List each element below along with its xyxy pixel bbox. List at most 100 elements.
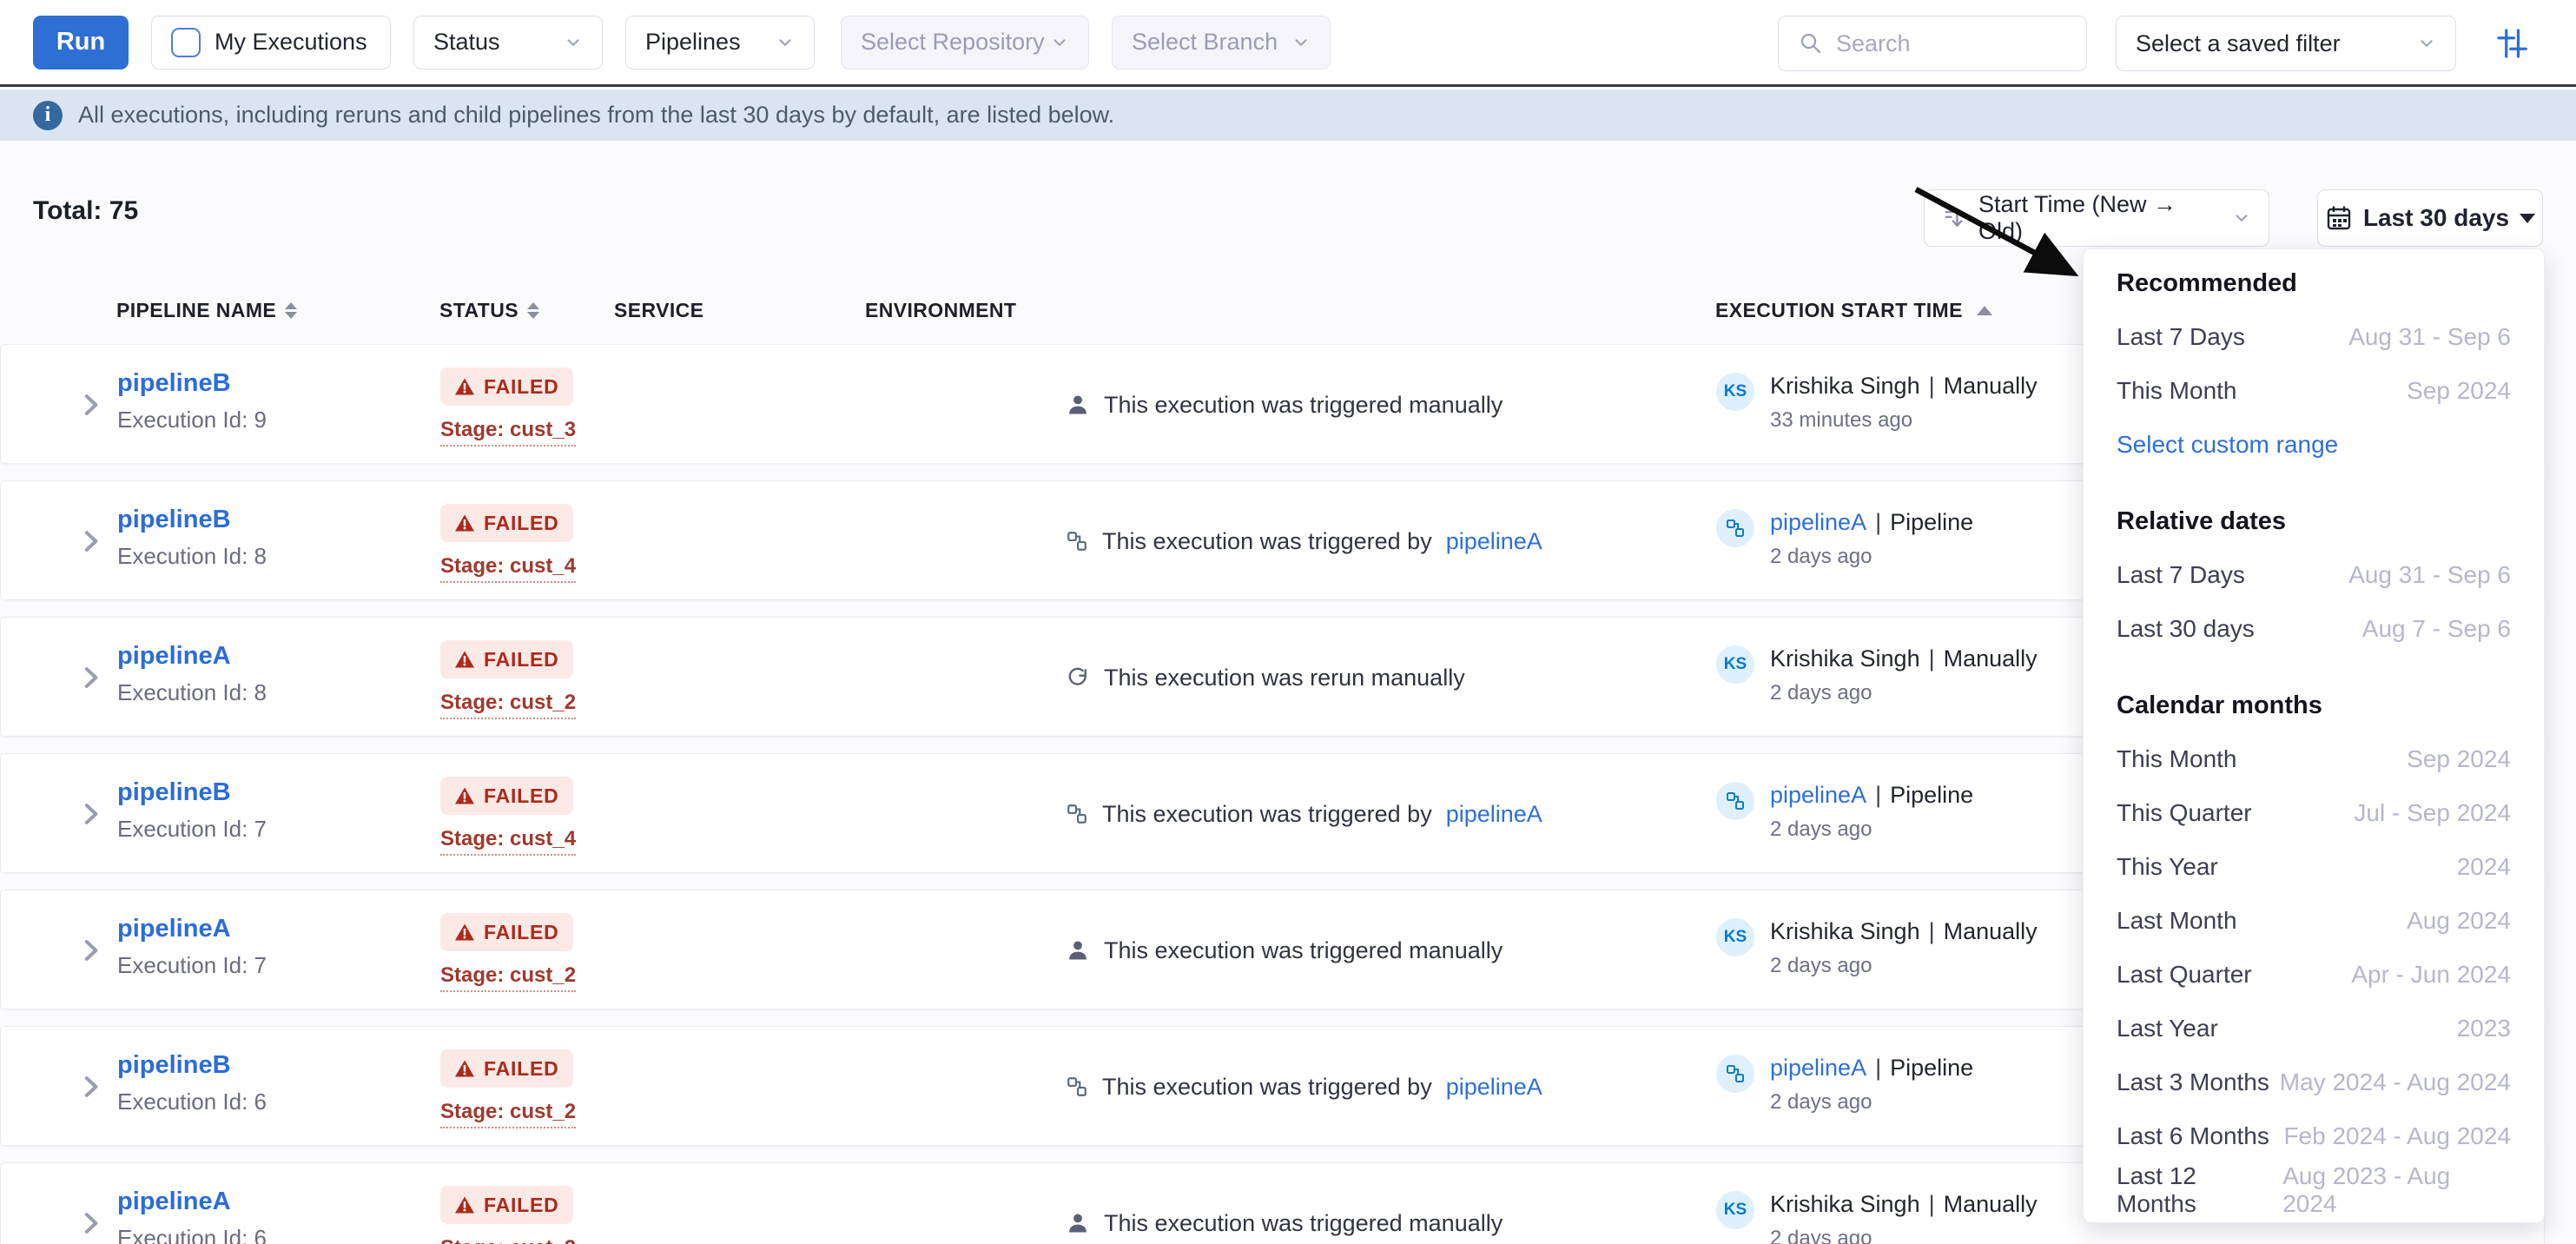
- date-menu-item-value: Aug 2024: [2407, 907, 2511, 935]
- date-menu-item[interactable]: Last Quarter Apr - Jun 2024: [2084, 948, 2544, 1002]
- info-banner: i All executions, including reruns and c…: [0, 89, 2576, 141]
- search-input[interactable]: [1836, 30, 2044, 57]
- stage-link[interactable]: Stage: cust_2: [440, 1100, 576, 1128]
- status-cell: FAILED Stage: cust_4: [440, 504, 576, 583]
- chevron-down-icon: [776, 33, 795, 52]
- expand-chevron-right-icon[interactable]: [76, 797, 105, 830]
- date-menu-item[interactable]: Last 7 Days Aug 31 - Sep 6: [2084, 310, 2544, 364]
- sort-dropdown[interactable]: Start Time (New → Old): [1924, 189, 2269, 247]
- date-menu-item[interactable]: Last 30 days Aug 7 - Sep 6: [2084, 602, 2544, 656]
- pipeline-name-link[interactable]: pipelineB: [117, 369, 231, 397]
- stage-link[interactable]: Stage: cust_2: [440, 963, 576, 992]
- chevron-down-icon: [1291, 33, 1311, 52]
- date-menu-item[interactable]: Last 12 Months Aug 2023 - Aug 2024: [2084, 1163, 2544, 1217]
- pipeline-name-link[interactable]: pipelineA: [117, 1188, 231, 1215]
- expand-chevron-right-icon[interactable]: [76, 934, 105, 967]
- my-executions-toggle[interactable]: My Executions: [151, 16, 391, 69]
- date-menu-item-label: Last 7 Days: [2117, 561, 2245, 589]
- stage-link[interactable]: Stage: cust_4: [440, 827, 576, 856]
- pipeline-name-cell: pipelineB Execution Id: 8: [117, 506, 267, 570]
- stage-link[interactable]: Stage: cust_2: [440, 1236, 576, 1244]
- column-header-environment: ENVIRONMENT: [865, 299, 1016, 322]
- date-menu-item-value: May 2024 - Aug 2024: [2280, 1069, 2511, 1096]
- column-header-label: STATUS: [439, 299, 519, 322]
- run-button[interactable]: Run: [33, 16, 129, 69]
- warning-triangle-icon: [454, 377, 475, 396]
- date-menu-item[interactable]: Last Year 2023: [2084, 1002, 2544, 1055]
- date-menu-item-label: Last 7 Days: [2117, 323, 2245, 351]
- avatar: KS: [1716, 645, 1754, 684]
- pipeline-name-link[interactable]: pipelineB: [117, 506, 231, 533]
- stage-link[interactable]: Stage: cust_2: [440, 691, 576, 719]
- column-header-label: ENVIRONMENT: [865, 299, 1016, 322]
- date-menu-item[interactable]: Last 6 Months Feb 2024 - Aug 2024: [2084, 1109, 2544, 1163]
- select-branch-dropdown[interactable]: Select Branch: [1112, 16, 1331, 69]
- my-executions-checkbox[interactable]: [171, 28, 201, 57]
- status-badge-label: FAILED: [484, 1194, 559, 1217]
- expand-chevron-right-icon[interactable]: [76, 388, 105, 421]
- select-repository-dropdown[interactable]: Select Repository: [841, 16, 1089, 69]
- date-menu-item[interactable]: This Quarter Jul - Sep 2024: [2084, 786, 2544, 840]
- calendar-icon: [2325, 204, 2353, 232]
- saved-filter-dropdown[interactable]: Select a saved filter: [2116, 16, 2456, 71]
- date-menu-item[interactable]: This Year 2024: [2084, 840, 2544, 894]
- trigger-pipeline-link[interactable]: pipelineA: [1446, 1074, 1542, 1101]
- info-icon: i: [33, 101, 63, 130]
- trigger-pipeline-link[interactable]: pipelineA: [1446, 801, 1542, 828]
- pipeline-name-link[interactable]: pipelineB: [117, 778, 231, 806]
- date-menu-item-label: Last 3 Months: [2117, 1069, 2269, 1096]
- starter-via: Pipeline: [1890, 509, 1973, 535]
- column-header-label: SERVICE: [614, 299, 703, 322]
- start-time-ago: 2 days ago: [1770, 954, 2038, 978]
- status-badge-label: FAILED: [484, 1057, 559, 1081]
- date-menu-item[interactable]: This Month Sep 2024: [2084, 732, 2544, 786]
- execution-start-cell: KS Krishika Singh|Manually 33 minutes ag…: [1716, 373, 2038, 433]
- date-menu-item-value: Sep 2024: [2407, 745, 2511, 773]
- date-menu-item-label: This Month: [2117, 745, 2237, 773]
- starter-via: Manually: [1944, 373, 2038, 399]
- date-menu-item[interactable]: This Month Sep 2024: [2084, 364, 2544, 418]
- expand-chevron-right-icon[interactable]: [76, 1207, 105, 1240]
- stage-link[interactable]: Stage: cust_3: [440, 418, 576, 447]
- date-range-button[interactable]: Last 30 days: [2317, 189, 2543, 247]
- starter-via: Manually: [1944, 918, 2038, 944]
- pipeline-name-link[interactable]: pipelineA: [117, 642, 231, 670]
- date-menu-item[interactable]: Select custom range: [2084, 418, 2544, 472]
- column-header-status[interactable]: STATUS: [439, 299, 539, 322]
- date-menu-item-value: 2023: [2457, 1015, 2511, 1042]
- pipeline-name-link[interactable]: pipelineA: [117, 915, 231, 943]
- status-filter-dropdown[interactable]: Status: [413, 16, 603, 69]
- expand-chevron-right-icon[interactable]: [76, 1070, 105, 1103]
- pipeline-name-link[interactable]: pipelineB: [117, 1051, 231, 1079]
- column-header-pipeline-name[interactable]: PIPELINE NAME: [116, 299, 297, 322]
- date-menu-section: Recommended Last 7 Days Aug 31 - Sep 6 T…: [2084, 256, 2544, 472]
- trigger-pipeline-link[interactable]: pipelineA: [1446, 528, 1542, 555]
- date-menu-item-label: Last Month: [2117, 907, 2237, 935]
- stage-link[interactable]: Stage: cust_4: [440, 554, 576, 583]
- status-cell: FAILED Stage: cust_4: [440, 777, 576, 856]
- date-menu-item-label: Last Quarter: [2117, 961, 2252, 989]
- pipe-separator: |: [1875, 509, 1881, 535]
- date-menu-section: Calendar months This Month Sep 2024 This…: [2084, 678, 2544, 1217]
- date-menu-item[interactable]: Last 3 Months May 2024 - Aug 2024: [2084, 1055, 2544, 1109]
- pipelines-filter-dropdown[interactable]: Pipelines: [625, 16, 815, 69]
- pipe-separator: |: [1875, 1055, 1881, 1081]
- expand-chevron-right-icon[interactable]: [76, 525, 105, 558]
- expand-chevron-right-icon[interactable]: [76, 661, 105, 694]
- execution-start-cell: KS Krishika Singh|Manually 2 days ago: [1716, 1191, 2038, 1244]
- pipeline-name-cell: pipelineA Execution Id: 8: [117, 642, 267, 706]
- starter-name: pipelineA: [1770, 1055, 1866, 1081]
- date-menu-item[interactable]: Last 7 Days Aug 31 - Sep 6: [2084, 548, 2544, 602]
- pipeline-avatar-icon: [1725, 1063, 1746, 1084]
- pipe-separator: |: [1929, 1191, 1935, 1217]
- date-menu-item-value: 2024: [2457, 853, 2511, 881]
- date-menu-item-value: Aug 2023 - Aug 2024: [2282, 1162, 2511, 1218]
- start-time-ago: 2 days ago: [1770, 1090, 1973, 1115]
- status-badge-label: FAILED: [484, 784, 559, 808]
- column-header-execution-start-time[interactable]: EXECUTION START TIME: [1715, 299, 1992, 322]
- date-menu-item-value: Aug 31 - Sep 6: [2348, 323, 2511, 351]
- filter-settings-button[interactable]: [2494, 26, 2529, 61]
- date-menu-item[interactable]: Last Month Aug 2024: [2084, 894, 2544, 948]
- sort-both-icon: [527, 302, 539, 319]
- trigger-cell: This execution was triggered manually: [1066, 345, 1503, 465]
